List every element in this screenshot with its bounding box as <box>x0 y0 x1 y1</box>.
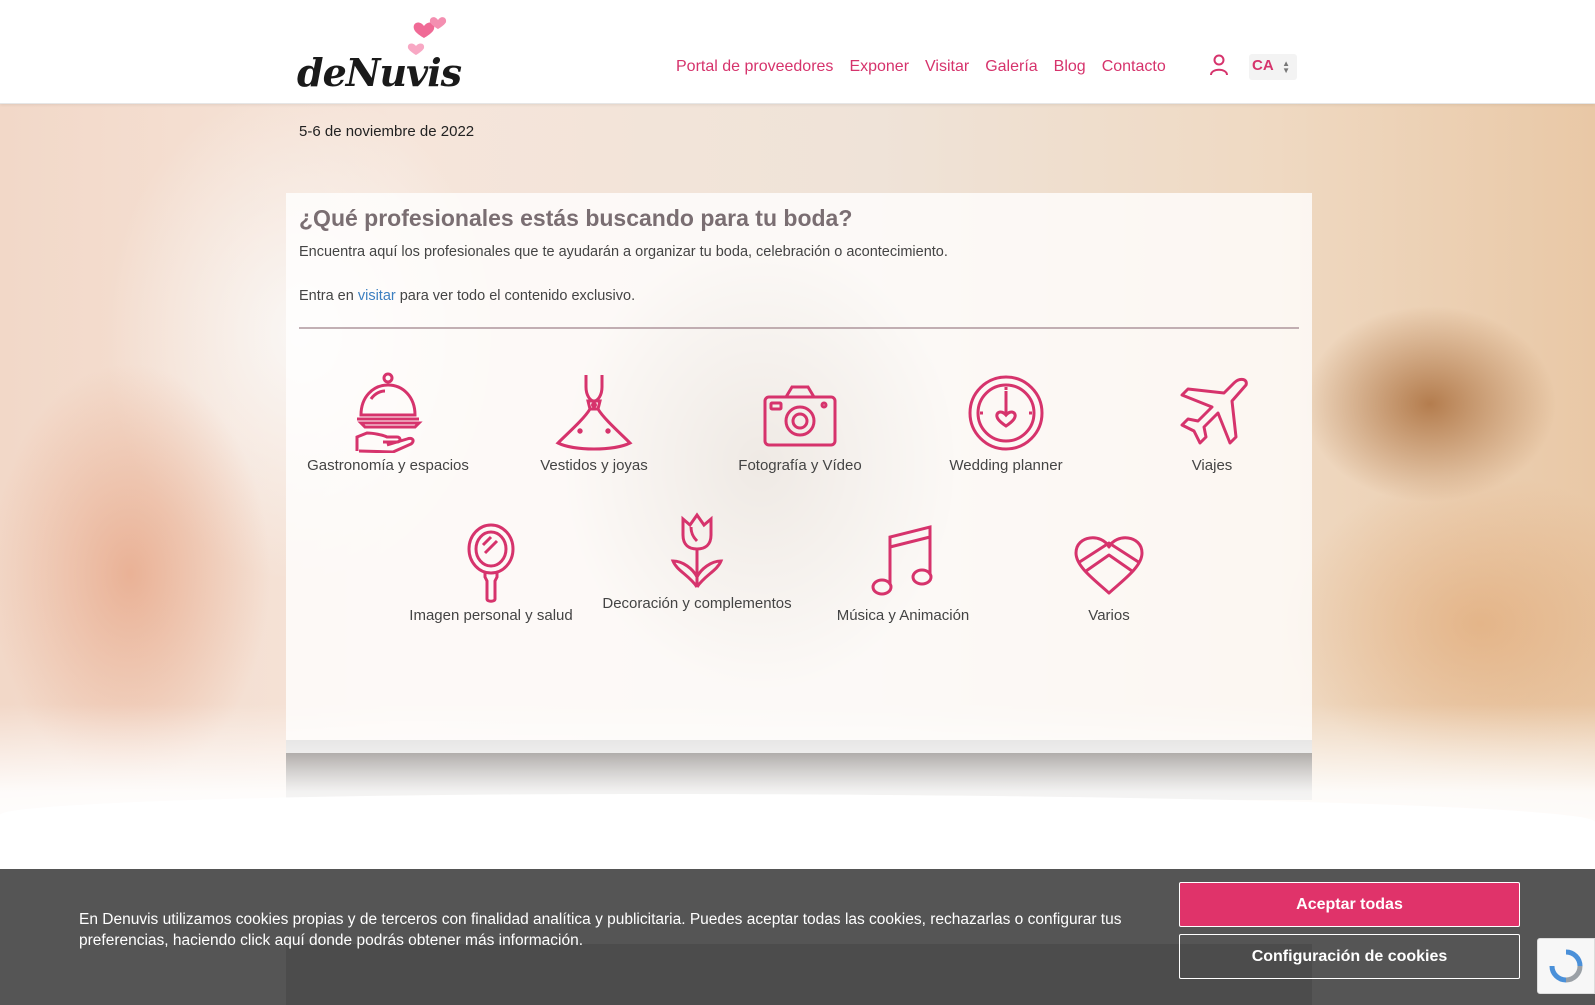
category-label: Decoración y complementos <box>602 595 792 612</box>
category-label: Imagen personal y salud <box>409 607 573 624</box>
clock-heart-icon <box>968 375 1044 451</box>
category-fotografia[interactable]: Fotografía y Vídeo <box>700 371 900 479</box>
language-select[interactable]: CA ▲ ▼ <box>1249 54 1297 80</box>
category-decoracion[interactable]: Decoración y complementos <box>597 511 797 617</box>
airplane-icon <box>1180 377 1248 445</box>
category-label: Vestidos y joyas <box>540 457 648 474</box>
select-arrows-icon: ▲ ▼ <box>1282 59 1290 75</box>
category-label: Viajes <box>1191 457 1233 474</box>
category-label: Wedding planner <box>949 457 1063 474</box>
mirror-icon <box>467 523 515 603</box>
nav-portal-proveedores[interactable]: Portal de proveedores <box>676 58 833 76</box>
panel-title: ¿Qué profesionales estás buscando para t… <box>299 205 853 231</box>
accept-cookies-button[interactable]: Aceptar todas <box>1179 882 1520 927</box>
category-label: Gastronomía y espacios <box>307 457 469 474</box>
nav-blog[interactable]: Blog <box>1054 58 1086 76</box>
category-label: Música y Animación <box>836 607 970 624</box>
nav-visitar[interactable]: Visitar <box>925 58 969 76</box>
visitar-link[interactable]: visitar <box>358 288 396 304</box>
cloche-icon <box>355 372 423 453</box>
category-gastronomia[interactable]: Gastronomía y espacios <box>288 371 488 479</box>
camera-icon <box>763 385 837 447</box>
recaptcha-badge[interactable] <box>1537 938 1595 994</box>
divider <box>299 327 1299 329</box>
category-musica[interactable]: Música y Animación <box>803 523 1003 629</box>
category-vestidos[interactable]: Vestidos y joyas <box>494 371 694 479</box>
category-panel: ¿Qué profesionales estás buscando para t… <box>286 193 1312 753</box>
entry-suffix: para ver todo el contenido exclusivo. <box>395 288 636 304</box>
panel-description: Encuentra aquí los profesionales que te … <box>299 244 948 260</box>
cookie-text[interactable]: En Denuvis utilizamos cookies propias y … <box>79 909 1129 951</box>
nav-exponer[interactable]: Exponer <box>849 58 909 76</box>
brand-name: deNuvis <box>297 50 462 95</box>
category-label: Fotografía y Vídeo <box>738 457 862 474</box>
music-note-icon <box>871 525 933 596</box>
nav-contacto[interactable]: Contacto <box>1102 58 1166 76</box>
main-nav: Portal de proveedores Exponer Visitar Ga… <box>676 58 1166 76</box>
hero-brush-edge <box>0 794 1595 854</box>
panel-entry-text: Entra en visitar para ver todo el conten… <box>299 288 635 304</box>
category-wedding-planner[interactable]: Wedding planner <box>906 371 1106 479</box>
language-value: CA <box>1252 57 1274 74</box>
category-viajes[interactable]: Viajes <box>1112 371 1312 479</box>
configure-cookies-button[interactable]: Configuración de cookies <box>1179 934 1520 979</box>
category-label: Varios <box>1088 607 1130 624</box>
site-header: deNuvis Portal de proveedores Exponer Vi… <box>0 0 1595 104</box>
user-icon[interactable] <box>1209 54 1229 76</box>
tulip-icon <box>670 512 724 588</box>
nav-galeria[interactable]: Galería <box>985 58 1037 76</box>
entry-prefix: Entra en <box>299 288 358 304</box>
event-date: 5-6 de noviembre de 2022 <box>299 123 475 140</box>
cookie-banner: En Denuvis utilizamos cookies propias y … <box>0 869 1595 1005</box>
recaptcha-icon <box>1549 949 1583 983</box>
dress-icon <box>555 375 633 451</box>
category-varios[interactable]: Varios <box>1009 523 1209 629</box>
logo[interactable]: deNuvis <box>297 12 462 95</box>
heart-envelope-icon <box>1074 536 1144 595</box>
category-imagen-personal[interactable]: Imagen personal y salud <box>391 523 591 629</box>
